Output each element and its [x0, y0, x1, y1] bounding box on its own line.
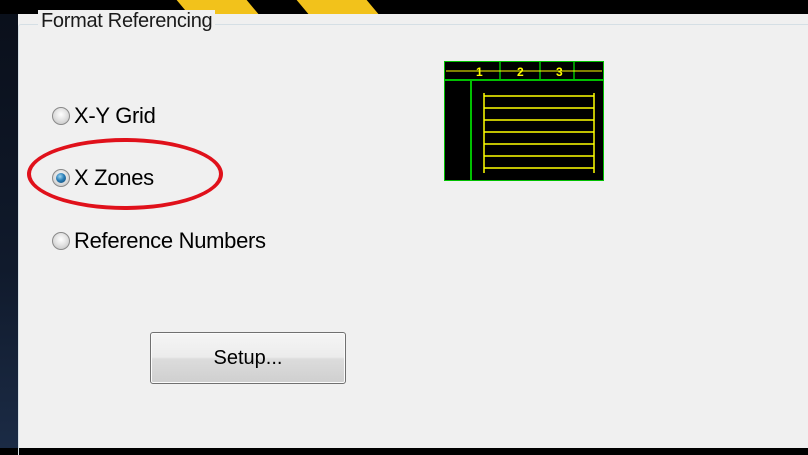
radio-label[interactable]: X-Y Grid: [74, 103, 156, 129]
desktop-background: [0, 0, 18, 448]
radio-xy-grid[interactable]: X-Y Grid: [52, 103, 156, 129]
x-zones-preview-image: 1 2 3: [444, 61, 604, 181]
setup-button[interactable]: Setup...: [150, 332, 346, 384]
radio-reference-numbers[interactable]: Reference Numbers: [52, 228, 266, 254]
groupbox-title: Format Referencing: [38, 10, 216, 33]
radio-label[interactable]: Reference Numbers: [74, 228, 266, 254]
zone-label: 2: [517, 65, 524, 79]
radio-button-icon[interactable]: [52, 232, 70, 250]
banner-stripe: [288, 0, 382, 14]
radio-button-icon[interactable]: [52, 107, 70, 125]
zone-label: 3: [556, 65, 563, 79]
highlight-annotation-circle: [27, 138, 223, 210]
zone-label: 1: [476, 65, 483, 79]
